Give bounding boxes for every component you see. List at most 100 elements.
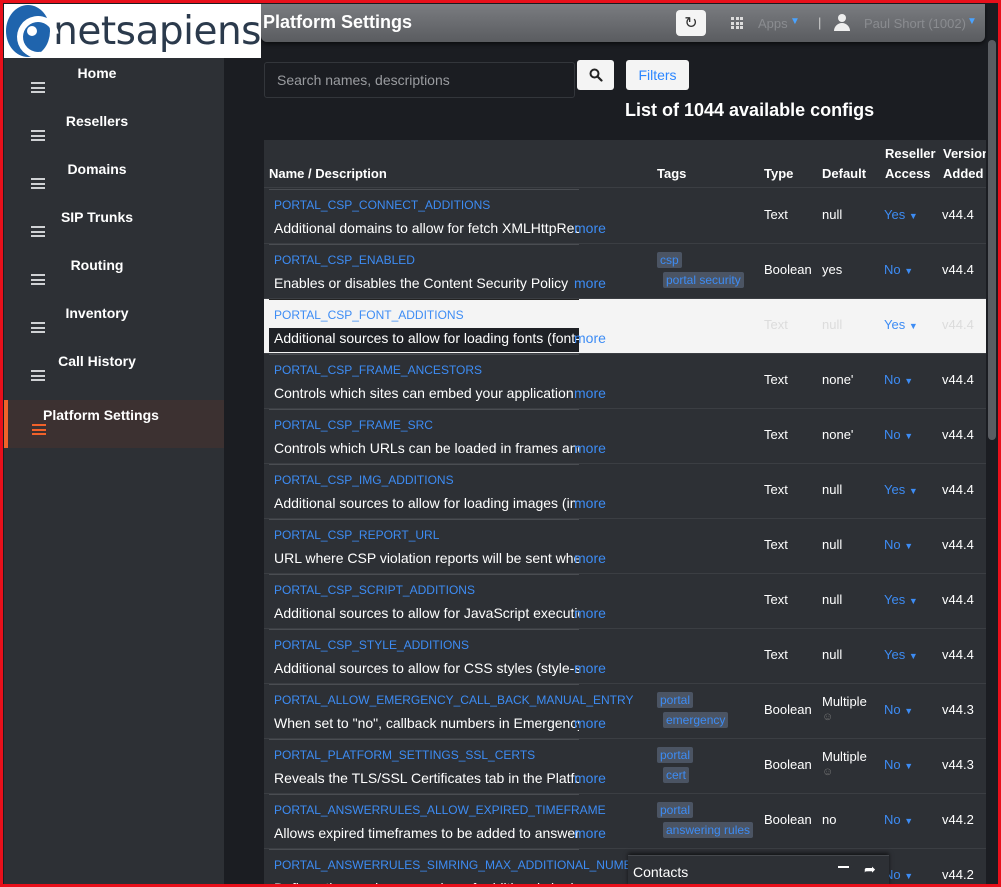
header-name[interactable]: Name / Description	[269, 164, 387, 184]
refresh-button[interactable]: ↻	[676, 10, 706, 36]
more-link[interactable]: more	[574, 770, 606, 786]
more-link[interactable]: more	[574, 715, 606, 731]
config-name-link[interactable]: PORTAL_CSP_SCRIPT_ADDITIONS	[274, 583, 475, 597]
reseller-access-dropdown[interactable]: No ▼	[884, 702, 913, 717]
config-name-link[interactable]: PORTAL_CSP_FRAME_SRC	[274, 418, 433, 432]
config-name-link[interactable]: PORTAL_CSP_ENABLED	[274, 253, 415, 267]
search-input[interactable]: Search names, descriptions	[264, 62, 575, 98]
table-row[interactable]: PORTAL_CSP_STYLE_ADDITIONS Additional sou…	[264, 629, 986, 684]
chevron-down-icon[interactable]: ▼	[790, 16, 800, 27]
search-button[interactable]	[577, 60, 614, 90]
config-count-title: List of 1044 available configs	[625, 100, 875, 120]
config-name-cell: PORTAL_ANSWERRULES_SIMRING_MAX_ADDITIONA…	[269, 849, 656, 887]
header-tags[interactable]: Tags	[657, 164, 686, 184]
table-row[interactable]: PORTAL_CSP_ENABLED Enables or disables th…	[264, 244, 986, 299]
more-link[interactable]: more	[574, 220, 606, 236]
table-row[interactable]: PORTAL_ANSWERRULES_ALLOW_EXPIRED_TIMEFRA…	[264, 794, 986, 849]
sidebar-item-sip-trunks[interactable]: SIP Trunks	[4, 202, 224, 250]
header-type[interactable]: Type	[764, 164, 793, 184]
config-name-link[interactable]: PORTAL_ANSWERRULES_SIMRING_MAX_ADDITIONA…	[274, 858, 656, 872]
config-name-link[interactable]: PORTAL_CSP_FRAME_ANCESTORS	[274, 363, 482, 377]
info-icon[interactable]: ☺	[822, 766, 867, 778]
config-description: Additional sources to allow for CSS styl…	[274, 660, 579, 676]
sidebar-item-domains[interactable]: Domains	[4, 154, 224, 202]
reseller-access-dropdown[interactable]: Yes ▼	[884, 482, 918, 497]
more-link[interactable]: more	[574, 605, 606, 621]
popout-icon[interactable]: ➦	[864, 861, 876, 878]
table-row[interactable]: PORTAL_CSP_CONNECT_ADDITIONS Additional d…	[264, 189, 986, 244]
apps-grid-icon[interactable]	[731, 17, 743, 29]
config-name-link[interactable]: PORTAL_PLATFORM_SETTINGS_SSL_CERTS	[274, 748, 535, 762]
chevron-down-icon: ▼	[908, 596, 918, 606]
header-default[interactable]: Default	[822, 164, 866, 184]
reseller-access-dropdown[interactable]: Yes ▼	[884, 647, 918, 662]
chevron-down-icon: ▼	[904, 871, 914, 881]
config-name-link[interactable]: PORTAL_ANSWERRULES_ALLOW_EXPIRED_TIMEFRA…	[274, 803, 606, 817]
tag-badge[interactable]: emergency	[663, 712, 729, 728]
more-link[interactable]: more	[574, 550, 606, 566]
reseller-access-dropdown[interactable]: Yes ▼	[884, 317, 918, 332]
config-name-link[interactable]: PORTAL_CSP_FONT_ADDITIONS	[274, 308, 464, 322]
table-row[interactable]: PORTAL_CSP_FRAME_ANCESTORS Controls which…	[264, 354, 986, 409]
reseller-access-dropdown[interactable]: Yes ▼	[884, 207, 918, 222]
tag-badge[interactable]: cert	[663, 767, 690, 783]
config-name-link[interactable]: PORTAL_ALLOW_EMERGENCY_CALL_BACK_MANUAL_…	[274, 693, 633, 707]
table-row[interactable]: PORTAL_CSP_SCRIPT_ADDITIONS Additional so…	[264, 574, 986, 629]
config-name-link[interactable]: PORTAL_CSP_REPORT_URL	[274, 528, 439, 542]
sidebar-item-platform-settings[interactable]: Platform Settings	[4, 400, 224, 448]
search-placeholder: Search names, descriptions	[277, 72, 450, 88]
chevron-down-icon: ▼	[904, 761, 914, 771]
user-menu[interactable]: Paul Short (1002)	[864, 16, 966, 31]
reseller-access-value: No	[884, 427, 901, 442]
table-row[interactable]: PORTAL_CSP_FRAME_SRC Controls which URLs …	[264, 409, 986, 464]
apps-menu[interactable]: Apps	[758, 16, 788, 31]
more-link[interactable]: more	[574, 275, 606, 291]
more-link[interactable]: more	[574, 880, 606, 887]
filters-button[interactable]: Filters	[626, 60, 689, 90]
more-link[interactable]: more	[574, 495, 606, 511]
tag-badge[interactable]: portal	[657, 692, 694, 708]
tag-badge[interactable]: csp	[657, 252, 682, 268]
more-link[interactable]: more	[574, 330, 606, 346]
sidebar-item-call-history[interactable]: Call History	[4, 346, 224, 394]
config-name-link[interactable]: PORTAL_CSP_CONNECT_ADDITIONS	[274, 198, 490, 212]
config-name-link[interactable]: PORTAL_CSP_IMG_ADDITIONS	[274, 473, 454, 487]
reseller-access-dropdown[interactable]: Yes ▼	[884, 592, 918, 607]
table-row[interactable]: PORTAL_CSP_IMG_ADDITIONS Additional sourc…	[264, 464, 986, 519]
table-row[interactable]: PORTAL_ALLOW_EMERGENCY_CALL_BACK_MANUAL_…	[264, 684, 986, 739]
header-version-added[interactable]: Version Added	[943, 144, 986, 184]
sidebar-item-routing[interactable]: Routing	[4, 250, 224, 298]
user-icon[interactable]	[834, 14, 850, 32]
tag-badge[interactable]: portal	[657, 802, 694, 818]
page-scrollbar[interactable]	[987, 40, 997, 887]
table-row[interactable]: PORTAL_CSP_FONT_ADDITIONS Additional sour…	[264, 299, 986, 354]
sidebar-item-inventory[interactable]: Inventory	[4, 298, 224, 346]
minimize-icon[interactable]	[838, 866, 849, 868]
header-reseller-access[interactable]: Reseller Access	[885, 144, 936, 184]
config-default: none'	[822, 372, 854, 387]
tag-badge[interactable]: portal security	[663, 272, 744, 288]
sidebar-item-resellers[interactable]: Resellers	[4, 106, 224, 154]
tag-badge[interactable]: portal	[657, 747, 694, 763]
reseller-access-dropdown[interactable]: No ▼	[884, 427, 913, 442]
reseller-access-dropdown[interactable]: No ▼	[884, 812, 913, 827]
reseller-access-dropdown[interactable]: No ▼	[884, 262, 913, 277]
scrollbar-thumb[interactable]	[988, 40, 996, 440]
table-row[interactable]: PORTAL_PLATFORM_SETTINGS_SSL_CERTS Reveal…	[264, 739, 986, 794]
table-row[interactable]: PORTAL_CSP_REPORT_URL URL where CSP viola…	[264, 519, 986, 574]
reseller-access-dropdown[interactable]: No ▼	[884, 537, 913, 552]
more-link[interactable]: more	[574, 385, 606, 401]
reseller-access-dropdown[interactable]: No ▼	[884, 757, 913, 772]
sidebar-item-home[interactable]: Home	[4, 58, 224, 106]
more-link[interactable]: more	[574, 440, 606, 456]
chevron-down-icon[interactable]: ▼	[967, 16, 977, 27]
config-name-cell: PORTAL_CSP_IMG_ADDITIONS Additional sourc…	[269, 464, 579, 518]
config-name-link[interactable]: PORTAL_CSP_STYLE_ADDITIONS	[274, 638, 469, 652]
more-link[interactable]: more	[574, 660, 606, 676]
contacts-panel[interactable]: Contacts ➦	[628, 855, 889, 887]
more-link[interactable]: more	[574, 825, 606, 841]
info-icon[interactable]: ☺	[822, 711, 867, 723]
reseller-access-dropdown[interactable]: No ▼	[884, 372, 913, 387]
netsapiens-logo[interactable]: netsapiens	[4, 4, 261, 58]
tag-badge[interactable]: answering rules	[663, 822, 754, 838]
